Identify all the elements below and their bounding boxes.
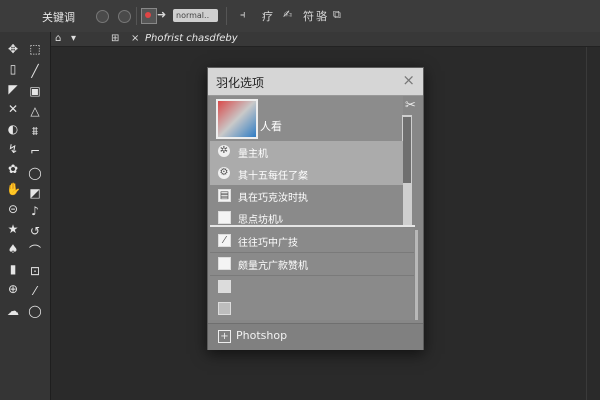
settings-icon: ✲ — [218, 145, 230, 157]
list-item-label: 其十五每任了粲 — [238, 171, 308, 182]
checkbox-checked-icon[interactable]: ⁄ — [218, 234, 231, 247]
document-title[interactable]: Phofrist chasdfeby — [145, 32, 238, 46]
list-item-label: 颇量亢广款赞机 — [238, 261, 308, 272]
list-item[interactable]: ⁄ 往往巧中广技 — [210, 230, 414, 253]
record-dot-icon — [145, 12, 151, 18]
list-item[interactable]: 颇量亢广款赞机 — [210, 253, 414, 276]
quickmask-icon[interactable]: ☁ — [6, 304, 20, 318]
close-x-icon[interactable]: ✕ — [6, 102, 20, 116]
arrow-right-icon[interactable]: ➜ — [157, 8, 166, 21]
list-item[interactable]: ⚙ 其十五每任了粲 — [210, 163, 403, 186]
zoom-icon[interactable]: ◩ — [28, 186, 42, 200]
lasso-icon[interactable] — [96, 10, 109, 23]
close-icon[interactable]: × — [402, 72, 415, 89]
lasso-icon[interactable]: ▯ — [6, 62, 20, 76]
pen-icon[interactable]: ↯ — [6, 142, 20, 156]
calendar-icon: ▤ — [218, 189, 231, 202]
grid-icon[interactable]: ⊞ — [111, 32, 119, 46]
screen-mode-icon[interactable]: ◯ — [28, 304, 42, 318]
sponge-icon[interactable]: ↺ — [28, 224, 42, 238]
shape-icon[interactable]: ✿ — [6, 162, 20, 176]
home-icon[interactable]: ⌂ — [55, 32, 61, 46]
list-scrollbar[interactable] — [402, 115, 412, 227]
frame-icon[interactable]: ⧉ — [333, 8, 341, 22]
canvas-edge — [586, 47, 587, 400]
hand-icon[interactable]: ✋ — [6, 182, 21, 196]
footer-label: Photshop — [236, 329, 288, 342]
gear-icon: ⚙ — [218, 167, 230, 179]
tab-close-icon[interactable]: × — [131, 32, 139, 46]
star-icon[interactable]: ★ — [6, 222, 20, 236]
history-brush-icon[interactable]: ♠ — [6, 242, 20, 256]
preview-item[interactable]: 人看 — [210, 96, 403, 141]
list-item[interactable] — [210, 298, 414, 320]
circle-icon[interactable] — [118, 10, 131, 23]
add-icon[interactable]: + — [218, 330, 231, 343]
color-swatch-icon[interactable]: ▮ — [6, 262, 20, 276]
list-item-label: 往往巧中广技 — [238, 238, 298, 249]
text-3[interactable]: 骆 — [316, 8, 327, 24]
list-item[interactable] — [210, 276, 414, 299]
checkbox-icon[interactable] — [218, 211, 231, 224]
options-label: 关键调 — [42, 11, 75, 24]
lower-options-list: ⁄ 往往巧中广技 颇量亢广款赞机 — [210, 228, 414, 320]
document-tab-bar: ⌂ ▾ ⊞ × Phofrist chasdfeby — [51, 32, 600, 47]
text-icon[interactable]: ⌐ — [28, 144, 42, 158]
chevron-down-icon[interactable]: ▾ — [71, 32, 76, 46]
color-thumbnail — [216, 99, 258, 139]
options-bar: 关键调 ➜ normal.. ⫞ 疗 ✍ 符 骆 ⧉ — [0, 0, 600, 33]
scrollbar-thumb[interactable] — [403, 117, 411, 183]
preview-label: 人看 — [260, 120, 282, 133]
stamp-icon[interactable]: ◐ — [6, 122, 20, 136]
list-item[interactable]: ✲ 量主机 — [210, 141, 403, 164]
text-2[interactable]: 符 — [303, 8, 314, 24]
brush-icon[interactable]: ╱ — [28, 64, 42, 78]
marquee-icon[interactable]: ⬚ — [28, 42, 42, 56]
pen-check-icon[interactable]: ✍ — [283, 8, 292, 21]
smudge-icon[interactable]: ♪ — [28, 204, 42, 218]
list-item-label: 具在巧克汝时执 — [238, 193, 308, 204]
list-item-label: 思点坊机ﾙ — [238, 215, 283, 226]
separator — [136, 7, 137, 25]
crop-icon[interactable]: ◤ — [6, 82, 20, 96]
dialog-title: 羽化选项 — [216, 76, 265, 90]
tools-panel: ✥ ⬚ ▯ ╱ ◤ ▣ ✕ △ ◐ ⩩ ↯ ⌐ ✿ ◯ ✋ ◩ ⊝ ♪ ★ ↺ … — [0, 32, 51, 400]
ellipse-icon[interactable]: ◯ — [28, 166, 42, 180]
checkbox-icon[interactable] — [218, 257, 231, 270]
feather-options-dialog: 羽化选项 × 人看 ✂ ✲ 量主机 ⚙ 其十五每任了粲 ▤ 具在巧克汝时执 思点… — [207, 67, 424, 350]
list-item-label: 量主机 — [238, 149, 268, 160]
blank-swatch-icon — [218, 302, 231, 315]
blend-mode-field[interactable]: normal.. — [173, 9, 218, 22]
scissors-icon[interactable]: ✂ — [405, 98, 416, 113]
dialog-titlebar[interactable]: 羽化选项 × — [208, 68, 423, 96]
dodge-icon[interactable]: ⊝ — [6, 202, 20, 216]
mask-icon[interactable]: ⊕ — [6, 282, 20, 296]
separator — [226, 7, 227, 25]
dialog-footer: + Photshop — [208, 323, 423, 350]
blank-swatch-icon — [218, 280, 231, 293]
gradient-icon[interactable]: ⩩ — [28, 124, 42, 138]
align-icon[interactable]: ⫞ — [240, 8, 246, 22]
heal-icon[interactable]: △ — [28, 104, 42, 118]
fill-icon[interactable]: ⊡ — [28, 264, 42, 278]
line-icon[interactable]: ⁄ — [28, 284, 42, 298]
divider — [210, 225, 415, 227]
eyedropper-icon[interactable]: ▣ — [28, 84, 42, 98]
move-icon[interactable]: ✥ — [6, 42, 20, 56]
path-icon[interactable]: ⌒ — [28, 244, 42, 258]
text-1[interactable]: 疗 — [262, 8, 273, 24]
lower-scrollbar[interactable] — [415, 230, 418, 320]
list-item[interactable]: ▤ 具在巧克汝时执 — [210, 185, 403, 208]
